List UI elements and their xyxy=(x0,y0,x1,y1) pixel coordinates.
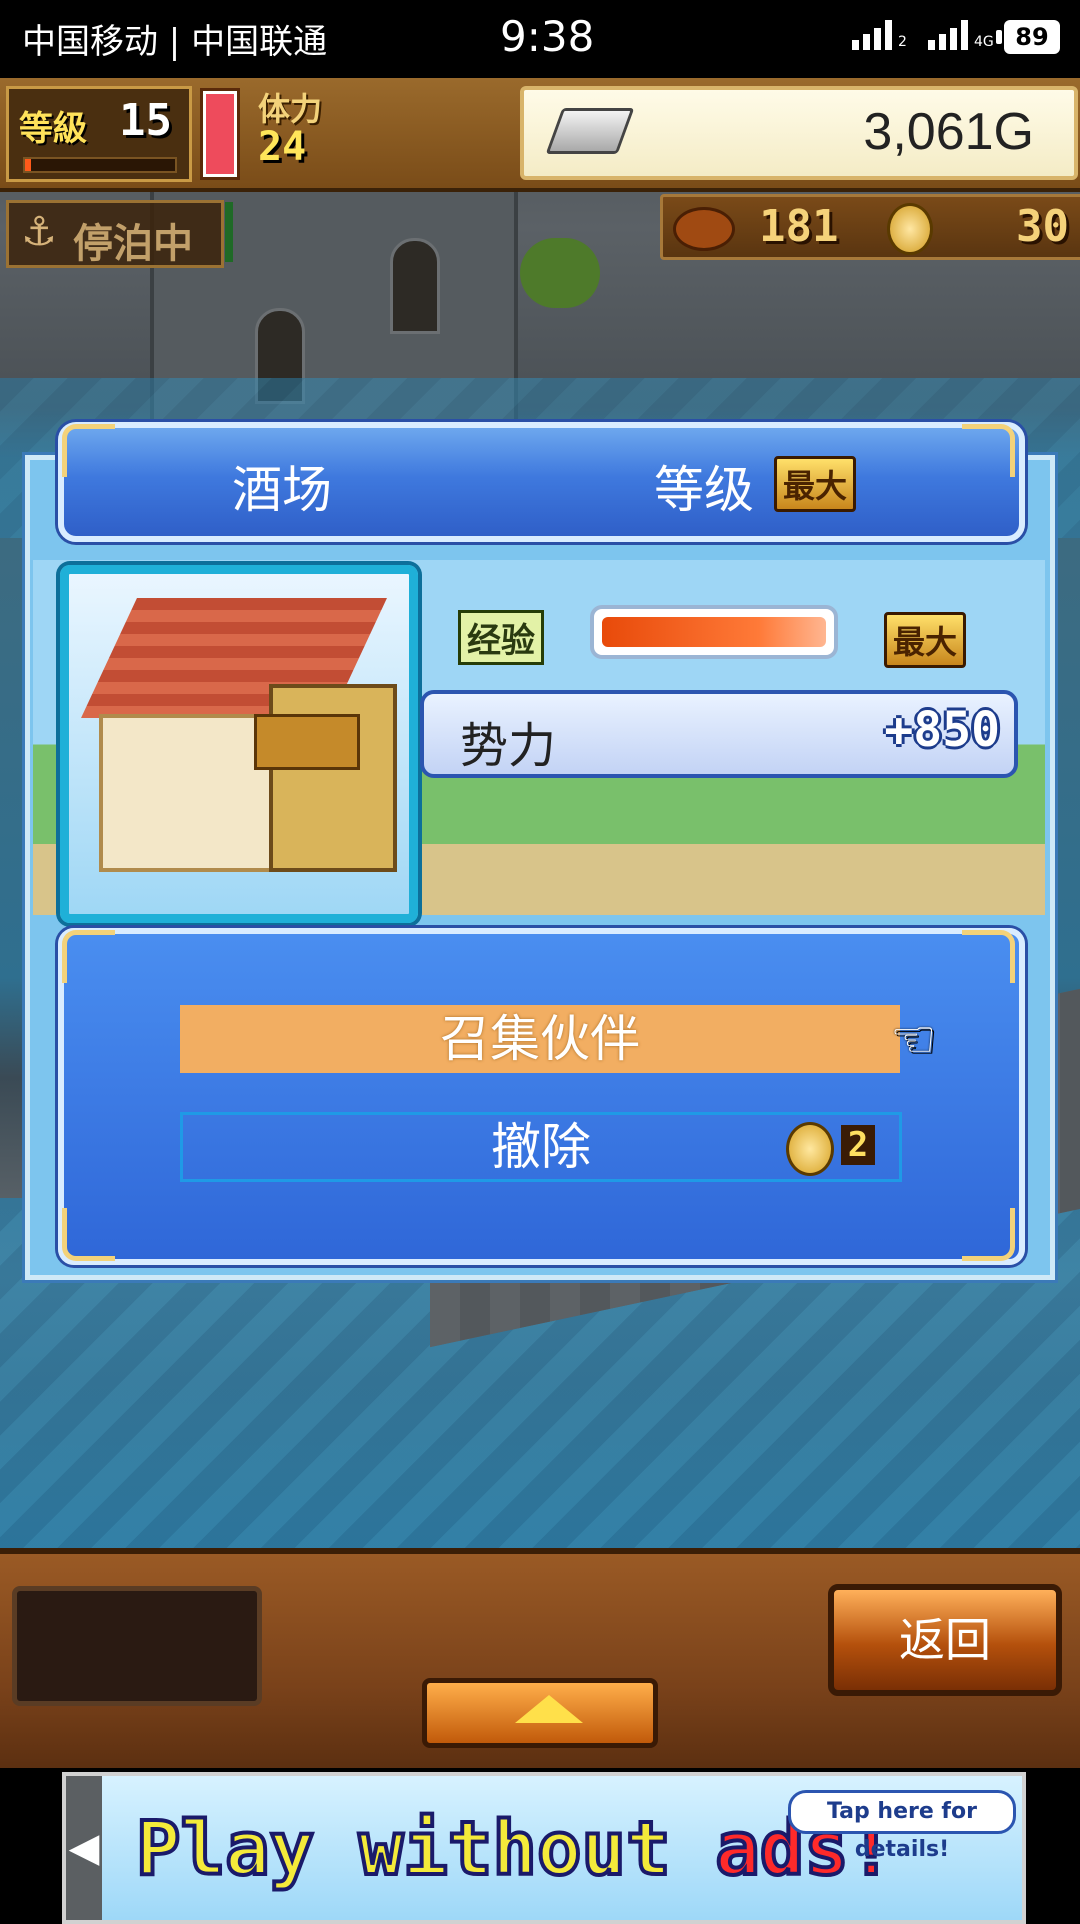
dock-indicator xyxy=(225,202,233,262)
exp-label: 经验 xyxy=(458,610,544,665)
gold-amount: 3,061G xyxy=(863,103,1034,161)
top-hud: 等級 15 体力 24 3,061G xyxy=(0,78,1080,192)
signal-sim1-icon: 4G xyxy=(928,20,994,50)
level-value: 15 xyxy=(119,95,172,146)
demolish-label: 撤除 xyxy=(491,1118,591,1176)
pointer-hand-icon: ☜ xyxy=(890,1010,937,1070)
action-menu xyxy=(58,928,1025,1265)
expand-up-button[interactable] xyxy=(422,1678,658,1748)
food-count: 181 xyxy=(759,201,839,252)
corner-ornament xyxy=(962,424,1015,477)
level-label: 等級 xyxy=(19,109,87,149)
bottom-bar: 返回 xyxy=(0,1548,1080,1774)
demolish-cost: 2 xyxy=(841,1125,875,1165)
ad-banner[interactable]: ◀ Play without ads! Tap here for details… xyxy=(62,1772,1026,1924)
corner-ornament xyxy=(62,930,115,983)
back-button[interactable]: 返回 xyxy=(828,1584,1062,1696)
ad-bar: ◀ Play without ads! Tap here for details… xyxy=(0,1768,1080,1924)
stamina-gauge xyxy=(200,88,240,180)
ad-headline: Play without ads! xyxy=(134,1804,895,1894)
corner-ornament xyxy=(962,1208,1015,1261)
castle-window xyxy=(390,238,440,334)
building-level-badge: 最大 xyxy=(774,456,857,512)
level-progress-bar xyxy=(23,157,177,173)
power-label: 势力 xyxy=(460,718,557,774)
empty-slot xyxy=(12,1586,262,1706)
exp-progress-bar xyxy=(590,605,838,659)
dialog-title-bar: 酒场 等级 最大 xyxy=(58,422,1025,542)
arrow-up-icon xyxy=(515,1695,583,1723)
stamina-value: 24 xyxy=(258,124,307,170)
exp-max-badge: 最大 xyxy=(884,612,967,668)
corner-ornament xyxy=(62,1208,115,1261)
clock: 9:38 xyxy=(500,12,595,61)
chevron-left-icon[interactable]: ◀ xyxy=(66,1776,102,1920)
exp-progress-fill xyxy=(602,617,826,647)
tree-bush xyxy=(520,238,600,308)
dock-status-text: 停泊中 xyxy=(73,221,193,267)
tavern-mug-sign xyxy=(254,714,360,770)
coin-icon xyxy=(786,1122,834,1176)
building-name: 酒场 xyxy=(232,461,332,519)
coin-count: 30 xyxy=(1016,201,1069,252)
silver-bar-icon xyxy=(545,108,635,154)
level-box: 等級 15 xyxy=(6,86,192,182)
recruit-companion-button[interactable]: 召集伙伴 xyxy=(180,1005,900,1073)
dock-status: ⚓ 停泊中 xyxy=(6,200,224,268)
building-level-label: 等级 xyxy=(654,461,754,519)
status-bar: 中国移动 | 中国联通 9:38 2 4G 89 xyxy=(0,0,1080,78)
corner-ornament xyxy=(62,424,115,477)
demolish-button[interactable]: 撤除 2 xyxy=(180,1112,902,1182)
resource-panel: 181 30 xyxy=(660,194,1080,260)
power-value: +850 xyxy=(884,702,1000,758)
tavern-side-wall xyxy=(269,684,397,872)
building-portrait xyxy=(60,565,418,923)
power-box: 势力 +850 xyxy=(420,690,1018,778)
signal-sim2-icon: 2 xyxy=(852,20,907,50)
ad-details-tip[interactable]: Tap here for details! xyxy=(788,1790,1016,1862)
gold-panel: 3,061G xyxy=(520,86,1078,180)
coin-icon xyxy=(887,203,933,255)
tavern-wall xyxy=(99,714,277,872)
ad-headline-main: Play without xyxy=(134,1804,673,1894)
anchor-icon: ⚓ xyxy=(21,209,57,255)
food-icon xyxy=(673,207,735,251)
carrier-text: 中国移动 | 中国联通 xyxy=(22,22,328,62)
battery-icon: 89 xyxy=(996,20,1060,54)
level-progress-fill xyxy=(25,159,31,171)
corner-ornament xyxy=(962,930,1015,983)
